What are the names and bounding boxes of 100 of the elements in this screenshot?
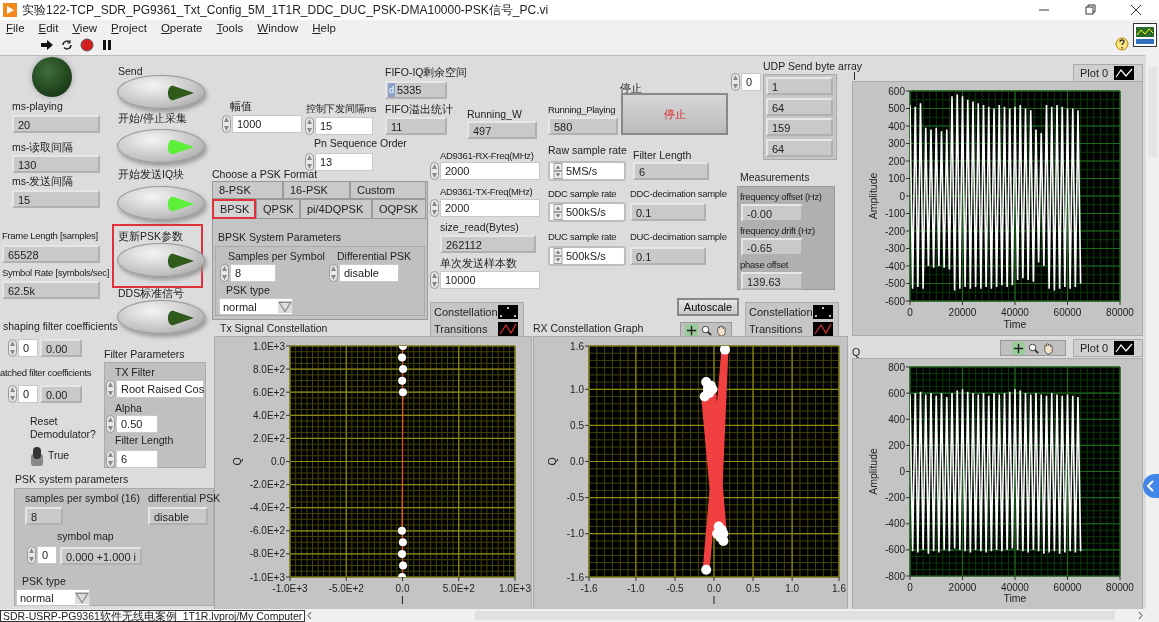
points-icon[interactable] xyxy=(813,305,833,319)
run-arrow-icon[interactable] xyxy=(40,38,54,52)
numeric-field[interactable]: 6 xyxy=(116,450,158,468)
menu-item[interactable]: Project xyxy=(111,21,147,34)
spinner-icon[interactable] xyxy=(430,199,439,217)
data-point xyxy=(701,377,712,388)
autoscale-button[interactable]: Autoscale xyxy=(677,298,739,316)
spinner-icon[interactable] xyxy=(8,385,17,403)
tick-label: 1.0E+3 xyxy=(499,583,531,594)
round-button[interactable] xyxy=(117,75,205,109)
hand-icon[interactable] xyxy=(714,323,728,337)
numeric-field[interactable]: 15 xyxy=(315,117,373,135)
control-label: Pn Sequence Order xyxy=(314,137,407,150)
spinner-icon[interactable] xyxy=(329,264,338,282)
tab[interactable]: 16-PSK xyxy=(283,181,350,199)
indicator-field: 580 xyxy=(548,117,618,135)
numeric-field[interactable]: 1000 xyxy=(232,115,302,133)
spinner-icon[interactable] xyxy=(553,204,563,220)
menu-item[interactable]: View xyxy=(72,21,98,34)
spinner-icon[interactable] xyxy=(220,264,229,282)
tick-label: 200 xyxy=(888,439,905,451)
spinner-icon[interactable] xyxy=(731,73,740,91)
tab[interactable]: QPSK xyxy=(256,199,300,219)
control-label: ms-发送间隔 xyxy=(12,175,74,188)
tick-label: 0.0 xyxy=(271,456,285,467)
ring-control[interactable]: 500kS/s xyxy=(548,246,626,266)
tick-label: 0.0 xyxy=(395,583,410,594)
menu-item[interactable]: Edit xyxy=(38,21,59,34)
menu-item[interactable]: Window xyxy=(257,21,299,34)
crosshair-icon[interactable] xyxy=(1011,341,1025,355)
points-icon[interactable] xyxy=(498,305,518,319)
menu-item[interactable]: Help xyxy=(312,21,336,34)
tick-label: -500 xyxy=(885,278,905,289)
numeric-field[interactable]: 0 xyxy=(18,339,38,357)
numeric-field[interactable]: 0 xyxy=(741,73,761,91)
legend-label: Constellation xyxy=(749,306,813,318)
data-point xyxy=(398,573,407,577)
spinner-icon[interactable] xyxy=(553,163,563,179)
dropdown[interactable]: normal xyxy=(16,589,90,606)
spinner-icon[interactable] xyxy=(106,380,115,398)
spinner-icon[interactable] xyxy=(305,153,314,171)
control-label: 控制下发间隔ms xyxy=(306,102,377,115)
numeric-field[interactable]: 0 xyxy=(37,546,57,564)
tick-label: -1.0 xyxy=(566,528,584,540)
ring-control[interactable]: 5MS/s xyxy=(548,161,626,181)
numeric-field[interactable]: 0.50 xyxy=(116,415,158,433)
zoom-icon[interactable] xyxy=(1026,341,1040,355)
indicator-field: 0.000 +1.000 i xyxy=(60,547,142,565)
tab[interactable]: 8-PSK xyxy=(212,181,283,199)
tab[interactable]: OQPSK xyxy=(372,199,426,219)
spinner-icon[interactable] xyxy=(553,248,563,264)
spinner-icon[interactable] xyxy=(27,546,36,564)
round-button[interactable] xyxy=(117,243,205,277)
numeric-field[interactable]: 13 xyxy=(315,153,373,171)
tab[interactable]: BPSK xyxy=(212,199,256,219)
menu-item[interactable]: File xyxy=(6,21,25,34)
numeric-field[interactable]: 0 xyxy=(18,385,38,403)
data-point xyxy=(699,391,710,402)
spinner-icon[interactable] xyxy=(8,339,17,357)
pause-icon[interactable] xyxy=(100,38,114,52)
spinner-icon[interactable] xyxy=(430,271,439,289)
abort-icon[interactable] xyxy=(80,38,94,52)
menu-item[interactable]: Operate xyxy=(160,21,203,34)
menu-item[interactable]: Tools xyxy=(216,21,244,34)
tick-label: 40000 xyxy=(1001,582,1029,593)
numeric-field[interactable]: disable xyxy=(339,264,399,282)
line-plot-icon[interactable] xyxy=(1114,66,1135,80)
control-label: Samples per Symbol xyxy=(228,250,325,263)
ring-control[interactable]: 500kS/s xyxy=(548,202,626,222)
spinner-icon[interactable] xyxy=(430,162,439,180)
numeric-field[interactable]: 2000 xyxy=(440,199,540,217)
spinner-icon[interactable] xyxy=(222,115,231,133)
numeric-field[interactable]: Root Raised Cos xyxy=(116,380,204,398)
crosshair-icon[interactable] xyxy=(684,323,698,337)
dropdown[interactable]: normal xyxy=(219,298,293,315)
run-continuously-icon[interactable] xyxy=(60,38,74,52)
indicator-field: 139.63 xyxy=(741,272,803,290)
tick-label: 800 xyxy=(888,361,905,373)
numeric-field[interactable]: 2000 xyxy=(440,162,540,180)
tab[interactable]: pi/4DQPSK xyxy=(300,199,372,219)
control-label: Raw sample rate xyxy=(548,144,627,157)
data-point xyxy=(398,353,407,362)
line-plot-icon[interactable] xyxy=(1114,341,1135,355)
control-label: ms-playing xyxy=(12,100,63,113)
toggle-switch[interactable] xyxy=(28,446,46,468)
spinner-icon[interactable] xyxy=(106,415,115,433)
numeric-field[interactable]: 10000 xyxy=(440,271,540,289)
round-button[interactable] xyxy=(117,300,205,334)
hand-icon[interactable] xyxy=(1041,341,1055,355)
help-icon[interactable] xyxy=(1115,37,1129,51)
tick-label: -200 xyxy=(885,225,905,237)
zoom-icon[interactable] xyxy=(699,323,713,337)
side-panel-button[interactable] xyxy=(1143,474,1159,498)
control-label: FIFO溢出统计 xyxy=(385,103,453,116)
control-label: DUC sample rate xyxy=(548,230,617,243)
tab[interactable]: Custom xyxy=(350,181,426,199)
spinner-icon[interactable] xyxy=(305,117,314,135)
tick-label: 40000 xyxy=(1001,307,1029,318)
numeric-field[interactable]: 8 xyxy=(230,264,276,282)
spinner-icon[interactable] xyxy=(106,450,115,468)
